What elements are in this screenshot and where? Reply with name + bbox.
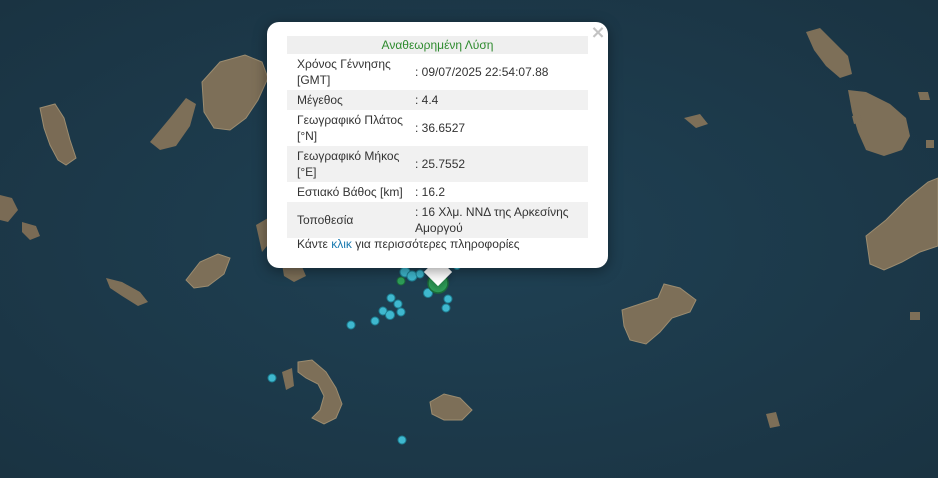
info-row-magnitude: Μέγεθος : 4.4: [287, 90, 588, 110]
info-value: : 16.2: [415, 185, 446, 199]
quake-marker[interactable]: [370, 316, 380, 326]
info-label: Γεωγραφικό Μήκος [°E]: [287, 146, 413, 182]
quake-marker[interactable]: [406, 270, 418, 282]
info-label: Εστιακό Βάθος [km]: [297, 185, 403, 199]
info-label: Γεωγραφικό Πλάτος [°N]: [297, 113, 403, 143]
quake-marker[interactable]: [443, 294, 453, 304]
info-row-latitude: Γεωγραφικό Πλάτος [°N] : 36.6527: [287, 110, 588, 146]
info-value: : 25.7552: [413, 146, 588, 182]
quake-marker[interactable]: [441, 303, 451, 313]
info-label: Μέγεθος: [287, 90, 413, 110]
info-label: Χρόνος Γέννησης [GMT]: [297, 57, 391, 87]
info-value: : 4.4: [413, 90, 588, 110]
island-small-e2: [926, 140, 934, 148]
popup-title: Αναθεωρημένη Λύση: [287, 36, 588, 54]
info-row-time: Χρόνος Γέννησης [GMT] : 09/07/2025 22:54…: [287, 54, 588, 90]
info-value: : 36.6527: [415, 121, 466, 135]
quake-marker[interactable]: [385, 310, 395, 320]
island-small-ne: [918, 92, 930, 100]
quake-marker[interactable]: [386, 293, 396, 303]
info-row-depth: Εστιακό Βάθος [km] : 16.2: [287, 182, 588, 202]
info-label: Τοποθεσία: [287, 202, 413, 238]
info-value: : 16 Χλμ. ΝΝΔ της Αρκεσίνης Αμοργού: [413, 202, 588, 238]
earthquake-info-table: Αναθεωρημένη Λύση Χρόνος Γέννησης [GMT] …: [287, 36, 588, 238]
popup-tip-cover: [418, 250, 458, 268]
close-icon[interactable]: ×: [589, 24, 607, 42]
quake-marker[interactable]: [397, 435, 407, 445]
more-info-suffix: για περισσότερες πληροφορίες: [351, 237, 520, 251]
quake-marker[interactable]: [393, 299, 403, 309]
quake-marker[interactable]: [396, 276, 406, 286]
more-info-link[interactable]: κλικ: [331, 237, 352, 251]
info-row-location: Τοποθεσία : 16 Χλμ. ΝΝΔ της Αρκεσίνης Αμ…: [287, 202, 588, 238]
more-info-line: Κάντε κλικ για περισσότερες πληροφορίες: [297, 237, 520, 251]
quake-marker[interactable]: [267, 373, 277, 383]
quake-marker[interactable]: [346, 320, 356, 330]
info-value: : 09/07/2025 22:54:07.88: [415, 65, 549, 79]
more-info-prefix: Κάντε: [297, 237, 332, 251]
quake-marker[interactable]: [396, 307, 406, 317]
island-small-e3: [910, 312, 920, 320]
info-row-longitude: Γεωγραφικό Μήκος [°E] : 25.7552: [287, 146, 588, 182]
